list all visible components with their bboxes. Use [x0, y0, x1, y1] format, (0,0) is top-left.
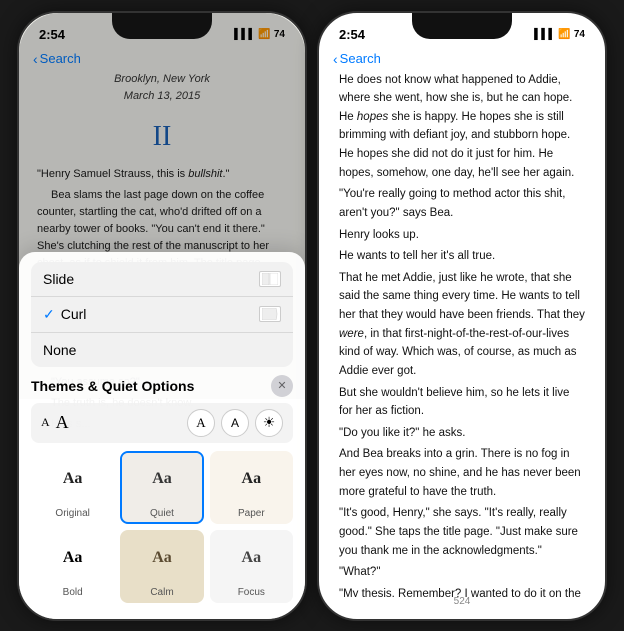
theme-calm-preview: Aa [122, 532, 201, 584]
r-para-5: But she wouldn't believe him, so he lets… [339, 384, 585, 421]
r-para-4: That he met Addie, just like he wrote, t… [339, 269, 585, 381]
r-para-6: "Do you like it?" he asks. [339, 424, 585, 443]
theme-focus-label: Focus [212, 584, 291, 601]
curl-icon [259, 306, 281, 322]
theme-quiet-label: Quiet [122, 505, 201, 522]
signal-icon-right: ▌▌▌ [534, 29, 555, 40]
theme-paper[interactable]: Aa Paper [210, 451, 293, 524]
r-para-0: He does not know what happened to Addie,… [339, 71, 585, 183]
themes-title: Themes & Quiet Options [31, 378, 194, 394]
theme-bold-preview: Aa [33, 532, 112, 584]
transition-slide[interactable]: Slide [31, 262, 293, 297]
theme-bold-label: Bold [33, 584, 112, 601]
font-serif-button[interactable]: A [187, 409, 215, 437]
phone-notch-right [412, 13, 512, 39]
font-large: A [56, 412, 69, 433]
r-para-7: And Bea breaks into a grin. There is no … [339, 445, 585, 501]
back-label-right: Search [340, 51, 381, 66]
r-para-1: "You're really going to method actor thi… [339, 185, 585, 222]
overlay-panel: Slide ✓ Curl None [19, 252, 305, 619]
r-para-8: "It's good, Henry," she says. "It's real… [339, 504, 585, 560]
font-small: A [41, 415, 50, 430]
left-phone: 2:54 ▌▌▌ 📶 74 ‹ Search Brooklyn, New Yor… [17, 11, 307, 621]
theme-original[interactable]: Aa Original [31, 451, 114, 524]
themes-header: Themes & Quiet Options ✕ [31, 375, 293, 397]
phone-notch [112, 13, 212, 39]
transition-curl[interactable]: ✓ Curl [31, 297, 293, 333]
r-para-9: "What?" [339, 563, 585, 582]
theme-calm[interactable]: Aa Calm [120, 530, 203, 603]
theme-focus-preview: Aa [212, 532, 291, 584]
theme-grid: Aa Original Aa Quiet Aa Paper Aa Bold Aa [31, 451, 293, 603]
curl-label: Curl [61, 306, 87, 322]
r-para-3: He wants to tell her it's all true. [339, 247, 585, 266]
brightness-button[interactable]: ☀ [255, 409, 283, 437]
status-icons-right: ▌▌▌ 📶 74 [534, 29, 585, 40]
close-button[interactable]: ✕ [271, 375, 293, 397]
battery-right: 74 [574, 29, 585, 40]
font-sans-button[interactable]: A [221, 409, 249, 437]
none-label: None [43, 342, 76, 358]
theme-quiet[interactable]: Aa Quiet [120, 451, 203, 524]
transition-none[interactable]: None [31, 333, 293, 367]
r-para-2: Henry looks up. [339, 226, 585, 245]
theme-calm-label: Calm [122, 584, 201, 601]
nav-bar-right[interactable]: ‹ Search [319, 49, 605, 71]
theme-bold[interactable]: Aa Bold [31, 530, 114, 603]
theme-paper-preview: Aa [212, 453, 291, 505]
page-number: 524 [454, 596, 471, 607]
theme-quiet-preview: Aa [122, 453, 201, 505]
right-phone: 2:54 ▌▌▌ 📶 74 ‹ Search He does not know … [317, 11, 607, 621]
wifi-icon-right: 📶 [558, 29, 570, 40]
theme-paper-label: Paper [212, 505, 291, 522]
font-controls: A A A A ☀ [31, 403, 293, 443]
theme-original-preview: Aa [33, 453, 112, 505]
theme-focus[interactable]: Aa Focus [210, 530, 293, 603]
back-chevron-right: ‹ [333, 51, 338, 67]
back-button-right[interactable]: ‹ Search [333, 51, 381, 67]
slide-label: Slide [43, 271, 74, 287]
curl-check: ✓ [43, 306, 55, 323]
transition-options: Slide ✓ Curl None [31, 262, 293, 367]
time-right: 2:54 [339, 27, 365, 42]
book-content-right: He does not know what happened to Addie,… [319, 71, 605, 597]
theme-original-label: Original [33, 505, 112, 522]
slide-icon [259, 271, 281, 287]
